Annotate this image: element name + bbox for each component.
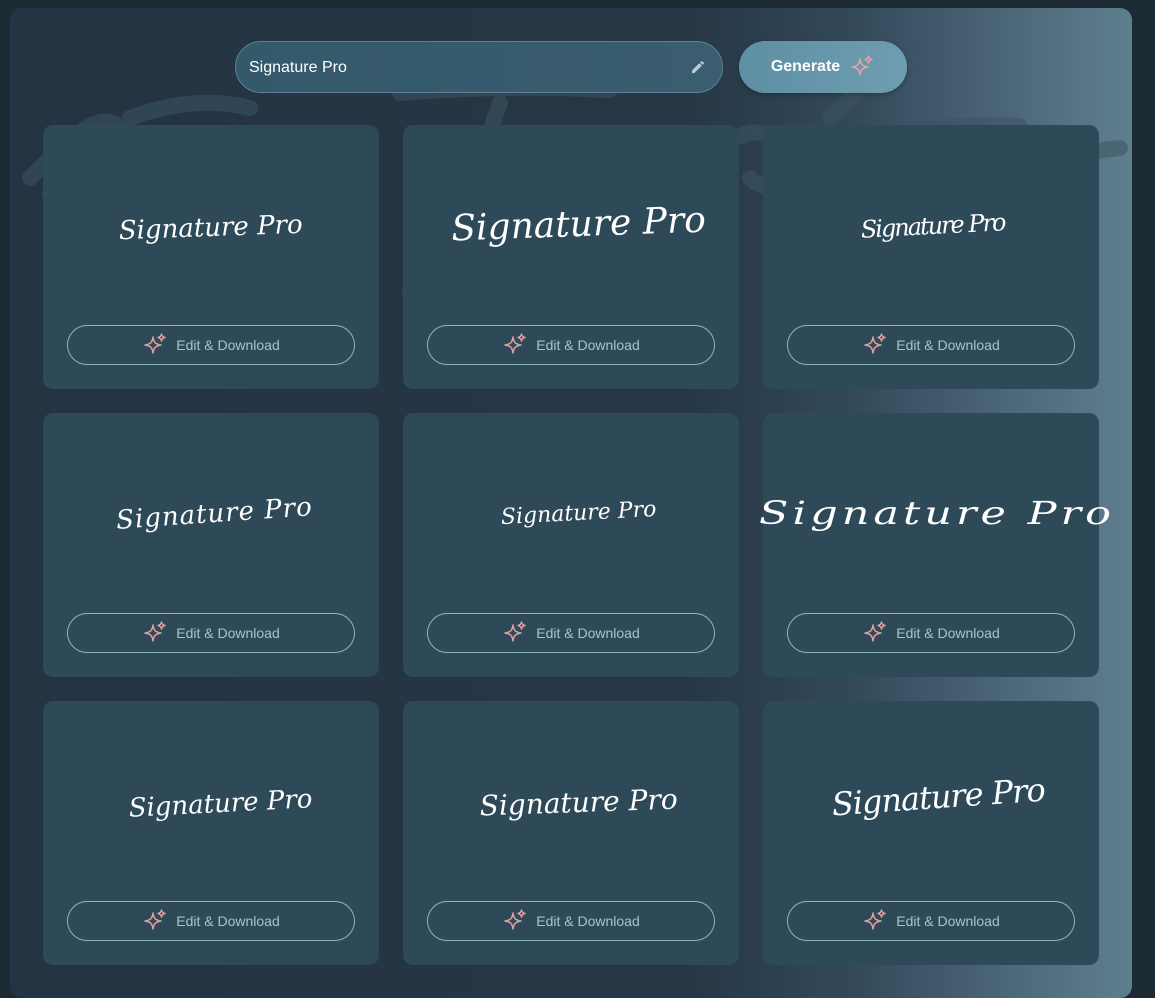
edit-download-button[interactable]: Edit & Download [67,901,355,941]
main-panel: Generate Signature Pro [10,8,1132,998]
signature-text: Signature Pro [831,771,1046,824]
signature-grid: Signature Pro Edit & Download Signature … [43,125,1112,965]
signature-preview: Signature Pro [403,165,739,285]
edit-download-button[interactable]: Edit & Download [787,325,1075,365]
signature-preview: Signature Pro [43,453,379,573]
edit-download-button[interactable]: Edit & Download [427,901,715,941]
edit-download-button[interactable]: Edit & Download [787,613,1075,653]
edit-download-label: Edit & Download [896,913,1000,929]
sparkle-icon [504,621,526,642]
signature-card: Signature Pro Edit & Download [43,413,379,677]
signature-name-field [235,41,723,94]
signature-preview: Signature Pro [43,741,379,861]
signature-text: Signature Pro [118,210,303,246]
edit-download-button[interactable]: Edit & Download [67,325,355,365]
generate-button-label: Generate [770,58,841,75]
sparkle-icon [144,621,166,642]
signature-text: Signature Pro [128,784,313,824]
signature-preview: Signature Pro [43,165,379,285]
signature-card: Signature Pro Edit & Download [403,125,739,389]
edit-download-label: Edit & Download [176,625,280,641]
signature-name-input[interactable] [247,42,681,94]
sparkle-icon [504,909,526,930]
signature-card: Signature Pro Edit & Download [43,125,379,389]
sparkle-icon [864,621,886,642]
edit-download-label: Edit & Download [536,625,640,641]
top-bar: Generate [235,41,907,94]
sparkle-icon [864,909,886,930]
signature-card: Signature Pro Edit & Download [403,701,739,965]
edit-download-button[interactable]: Edit & Download [787,901,1075,941]
edit-download-button[interactable]: Edit & Download [427,613,715,653]
signature-text: Signature Pro [759,494,1115,532]
signature-text: Signature Pro [451,200,707,250]
signature-text: Signature Pro [479,783,678,823]
pencil-icon[interactable] [690,59,706,75]
signature-text: Signature Pro [115,492,313,536]
signature-preview: Signature Pro [403,741,739,861]
sparkle-icon [144,333,166,354]
sparkle-icon [851,55,873,76]
signature-preview: Signature Pro [403,453,739,573]
edit-download-label: Edit & Download [536,337,640,353]
sparkle-icon [144,909,166,930]
signature-preview: Signature Pro [763,165,1099,285]
signature-text: Signature Pro [500,497,657,530]
signature-card: Signature Pro Edit & Download [403,413,739,677]
edit-download-label: Edit & Download [536,913,640,929]
generate-button[interactable]: Generate [739,41,907,93]
sparkle-icon [864,333,886,354]
edit-download-label: Edit & Download [896,625,1000,641]
signature-preview: Signature Pro [763,741,1099,861]
sparkle-icon [504,333,526,354]
signature-preview: Signature Pro [759,453,1112,573]
edit-download-label: Edit & Download [176,913,280,929]
edit-download-label: Edit & Download [896,337,1000,353]
signature-card: Signature Pro Edit & Download [763,125,1099,389]
signature-card: Signature Pro Edit & Download [43,701,379,965]
edit-download-button[interactable]: Edit & Download [67,613,355,653]
edit-download-button[interactable]: Edit & Download [427,325,715,365]
edit-download-label: Edit & Download [176,337,280,353]
signature-text: Signature Pro [860,208,1007,244]
signature-card: Signature Pro Edit & Download [763,701,1099,965]
signature-card: Signature Pro Edit & Download [759,413,1112,677]
